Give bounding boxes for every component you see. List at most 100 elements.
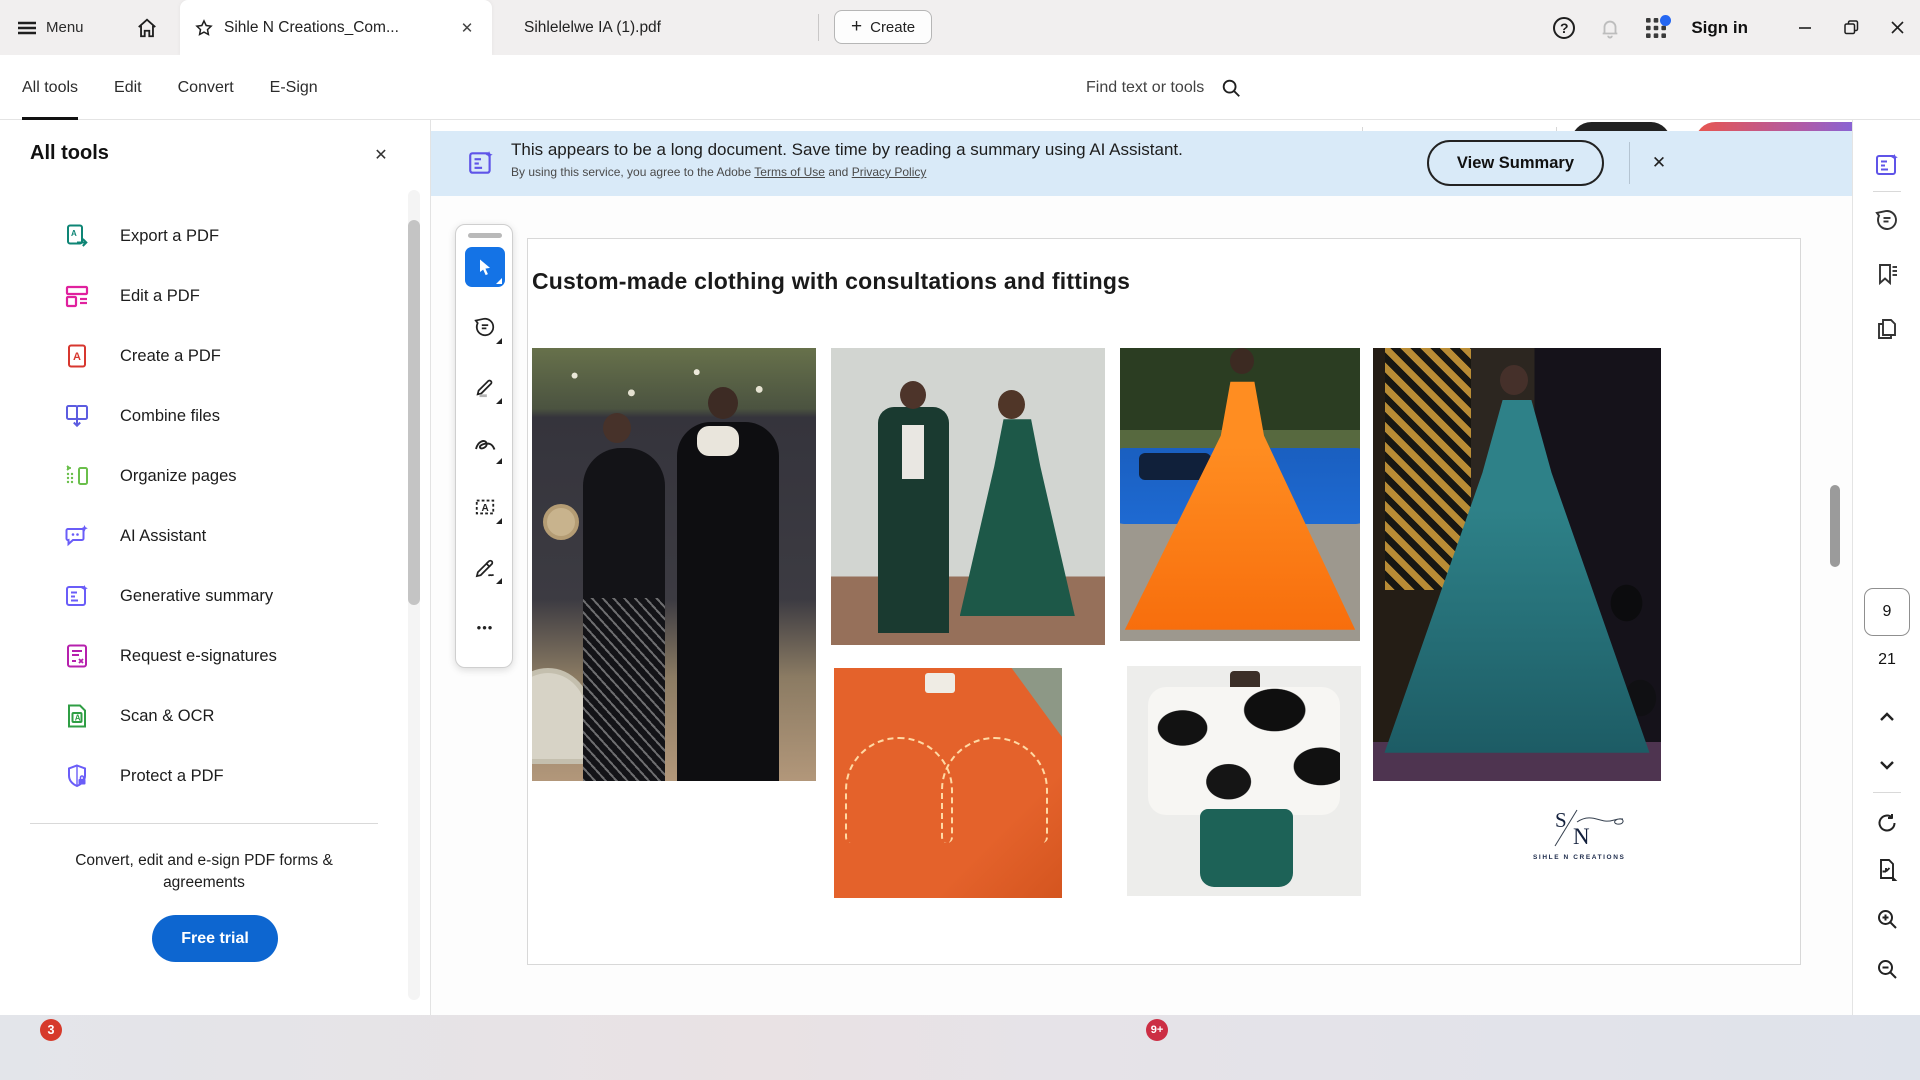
quick-tools-palette: A ••• — [455, 224, 513, 668]
logo-letter-n: N — [1573, 824, 1590, 850]
plus-icon: + — [851, 16, 862, 38]
teams-badge: 9+ — [1146, 1019, 1168, 1041]
banner-close-icon[interactable]: ✕ — [1644, 148, 1674, 178]
menu-label: Menu — [46, 19, 84, 36]
home-button[interactable] — [132, 13, 162, 43]
tab-title: Sihle N Creations_Com... — [224, 19, 446, 37]
draw-tool-button[interactable] — [465, 427, 505, 467]
sidebar-item-create-pdf[interactable]: A Create a PDF — [0, 326, 408, 386]
banner-and: and — [828, 165, 848, 179]
find-text-field[interactable]: Find text or tools — [1086, 55, 1242, 120]
rail-generative-summary-button[interactable] — [1870, 148, 1904, 182]
rail-comments-button[interactable] — [1870, 203, 1904, 237]
fit-page-button[interactable] — [1870, 852, 1904, 886]
sidebar-item-edit-pdf[interactable]: Edit a PDF — [0, 266, 408, 326]
svg-text:A: A — [482, 503, 490, 514]
nav-edit[interactable]: Edit — [114, 55, 142, 120]
generative-summary-icon — [64, 583, 90, 609]
photo-couple-with-baby — [532, 348, 816, 781]
sidebar-item-scan-ocr[interactable]: A Scan & OCR — [0, 686, 408, 746]
sidebar-scrollbar-thumb[interactable] — [408, 220, 420, 605]
star-icon[interactable] — [194, 18, 214, 38]
nav-esign[interactable]: E-Sign — [270, 55, 318, 120]
photo-green-suit-couple — [831, 348, 1105, 645]
comment-tool-button[interactable] — [465, 307, 505, 347]
fill-sign-tool-button[interactable] — [465, 547, 505, 587]
minimize-button[interactable] — [1782, 0, 1828, 55]
add-text-tool-button[interactable]: A — [465, 487, 505, 527]
rail-bookmarks-button[interactable] — [1870, 257, 1904, 291]
banner-message: This appears to be a long document. Save… — [511, 140, 1183, 160]
logo-caption: SIHLE N CREATIONS — [1533, 854, 1643, 861]
zoom-out-button[interactable] — [1870, 952, 1904, 986]
sidebar-item-label: Create a PDF — [120, 347, 221, 366]
document-heading: Custom-made clothing with consultations … — [532, 268, 1130, 295]
hamburger-icon — [18, 21, 36, 35]
view-summary-button[interactable]: View Summary — [1427, 140, 1604, 186]
select-tool-button[interactable] — [465, 247, 505, 287]
ai-summary-banner: This appears to be a long document. Save… — [431, 131, 1852, 196]
terms-of-use-link[interactable]: Terms of Use — [754, 165, 825, 179]
tab-inactive[interactable]: Sihlelelwe IA (1).pdf — [500, 0, 800, 55]
close-window-button[interactable] — [1874, 0, 1920, 55]
bell-icon — [1599, 17, 1621, 39]
combine-files-icon — [64, 403, 90, 429]
sidebar-item-generative-summary[interactable]: Generative summary — [0, 566, 408, 626]
photo-orange-corset-detail — [834, 668, 1062, 898]
sign-in-button[interactable]: Sign in — [1691, 18, 1748, 38]
export-pdf-icon: A — [64, 223, 90, 249]
total-pages-label: 21 — [1853, 651, 1920, 669]
notifications-button[interactable] — [1593, 11, 1627, 45]
photo-teal-gown-event — [1373, 348, 1661, 781]
sidebar-item-label: AI Assistant — [120, 527, 206, 546]
sidebar-item-organize-pages[interactable]: Organize pages — [0, 446, 408, 506]
rotate-page-button[interactable] — [1870, 806, 1904, 840]
title-bar: Menu Sihle N Creations_Com... ✕ Sihlelel… — [0, 0, 1920, 55]
edit-pdf-icon — [64, 283, 90, 309]
sidebar-item-label: Request e-signatures — [120, 647, 277, 666]
sidebar-item-label: Edit a PDF — [120, 287, 200, 306]
sidebar-item-protect-pdf[interactable]: Protect a PDF — [0, 746, 408, 806]
panel-close-icon[interactable]: ✕ — [368, 142, 394, 168]
restore-button[interactable] — [1828, 0, 1874, 55]
all-tools-panel: All tools ✕ A Export a PDF Edit a PDF A … — [0, 120, 431, 1015]
palette-drag-handle[interactable] — [468, 233, 502, 238]
tool-expand-corner — [496, 278, 502, 284]
apps-grid-button[interactable] — [1639, 11, 1673, 45]
next-page-button[interactable] — [1870, 748, 1904, 782]
tab-active[interactable]: Sihle N Creations_Com... ✕ — [180, 0, 492, 55]
highlight-tool-button[interactable] — [465, 367, 505, 407]
sidebar-item-request-esignatures[interactable]: Request e-signatures — [0, 626, 408, 686]
sidebar-item-label: Generative summary — [120, 587, 273, 606]
sidebar-item-label: Export a PDF — [120, 227, 219, 246]
privacy-policy-link[interactable]: Privacy Policy — [852, 165, 927, 179]
document-scrollbar-thumb[interactable] — [1830, 485, 1840, 567]
weather-badge: 3 — [40, 1019, 62, 1041]
tool-expand-corner — [496, 338, 502, 344]
more-tools-button[interactable]: ••• — [465, 607, 505, 647]
protect-pdf-icon — [64, 763, 90, 789]
home-icon — [136, 17, 158, 39]
sidebar-item-ai-assistant[interactable]: AI Assistant — [0, 506, 408, 566]
svg-text:A: A — [71, 229, 77, 238]
tool-expand-corner — [496, 398, 502, 404]
sidebar-item-label: Organize pages — [120, 467, 237, 486]
help-button[interactable]: ? — [1547, 11, 1581, 45]
tab-divider — [818, 14, 819, 41]
sidebar-divider — [30, 823, 378, 824]
current-page-input[interactable]: 9 — [1864, 588, 1910, 636]
help-icon: ? — [1553, 17, 1575, 39]
sidebar-item-export-pdf[interactable]: A Export a PDF — [0, 206, 408, 266]
tab-close-icon[interactable]: ✕ — [456, 17, 478, 39]
nav-convert[interactable]: Convert — [178, 55, 234, 120]
zoom-in-button[interactable] — [1870, 902, 1904, 936]
nav-all-tools[interactable]: All tools — [22, 55, 78, 120]
request-esignatures-icon — [64, 643, 90, 669]
previous-page-button[interactable] — [1870, 700, 1904, 734]
menu-button[interactable]: Menu — [18, 0, 84, 55]
free-trial-button[interactable]: Free trial — [152, 915, 278, 962]
create-button[interactable]: + Create — [834, 10, 932, 44]
rail-page-thumbnails-button[interactable] — [1870, 312, 1904, 346]
sidebar-item-label: Combine files — [120, 407, 220, 426]
sidebar-item-combine-files[interactable]: Combine files — [0, 386, 408, 446]
